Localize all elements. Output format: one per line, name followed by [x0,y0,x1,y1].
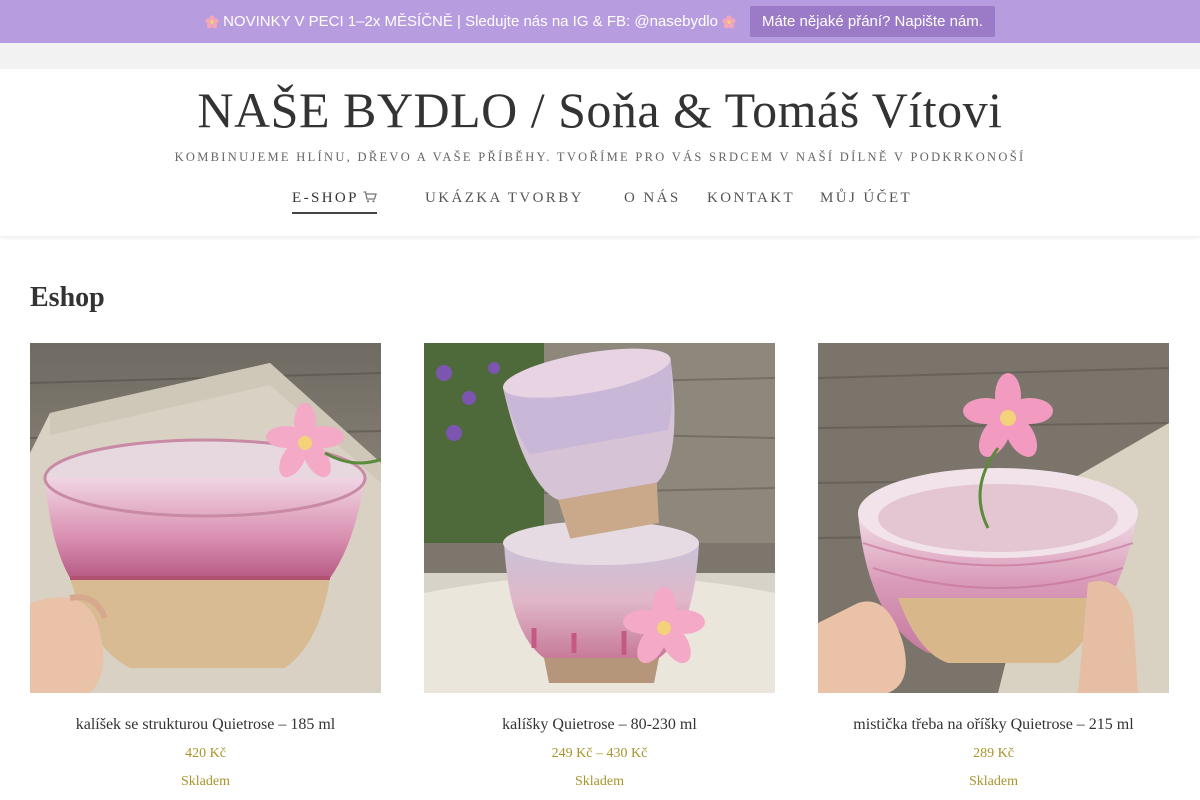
flower-icon [205,14,219,29]
site-tagline: KOMBINUJEME HLÍNU, DŘEVO A VAŠE PŘÍBĚHY.… [174,150,1026,164]
main-nav: E-SHOP UKÁZKA TVORBY O NÁS KONTAKT MŮJ Ú… [0,190,1200,216]
stock-status: Skladem [969,774,1018,789]
notice-text-group: NOVINKY V PECI 1–2x MĚSÍČNĚ | Sledujte n… [205,13,736,30]
header-spacer [0,43,1200,69]
product-name[interactable]: kalíšek se strukturou Quietrose – 185 ml [30,716,381,734]
notice-text: NOVINKY V PECI 1–2x MĚSÍČNĚ | Sledujte n… [223,13,718,30]
product-name[interactable]: kalíšky Quietrose – 80-230 ml [424,716,775,734]
stock-status: Skladem [181,774,230,789]
product-card: kalíšky Quietrose – 80-230 ml 249 Kč – 4… [424,343,775,790]
product-card: kalíšek se strukturou Quietrose – 185 ml… [30,343,381,790]
product-price: 249 Kč – 430 Kč [551,746,648,761]
product-price: 289 Kč [973,746,1014,761]
nav-item-label: E-SHOP [292,190,359,206]
product-name[interactable]: mistička třeba na oříšky Quietrose – 215… [818,716,1169,734]
product-image[interactable] [30,343,381,693]
site-header: NAŠE BYDLO / Soňa & Tomáš Vítovi KOMBINU… [0,69,1200,236]
nav-item-ukazka-tvorby[interactable]: UKÁZKA TVORBY [425,190,584,212]
cart-icon [363,191,377,203]
contact-wish-button[interactable]: Máte nějaké přání? Napište nám. [749,6,995,37]
site-title[interactable]: NAŠE BYDLO / Soňa & Tomáš Vítovi [0,81,1200,139]
nav-item-o-nas[interactable]: O NÁS [624,190,681,212]
nav-item-kontakt[interactable]: KONTAKT [707,190,795,212]
product-card: mistička třeba na oříšky Quietrose – 215… [818,343,1169,790]
notice-bar: NOVINKY V PECI 1–2x MĚSÍČNĚ | Sledujte n… [0,0,1200,43]
product-price: 420 Kč [185,746,226,761]
nav-item-muj-ucet[interactable]: MŮJ ÚČET [820,190,912,212]
stock-status: Skladem [575,774,624,789]
product-image[interactable] [424,343,775,693]
page-title: Eshop [30,282,105,313]
product-image[interactable] [818,343,1169,693]
nav-item-eshop[interactable]: E-SHOP [292,190,377,214]
flower-icon [722,14,736,29]
